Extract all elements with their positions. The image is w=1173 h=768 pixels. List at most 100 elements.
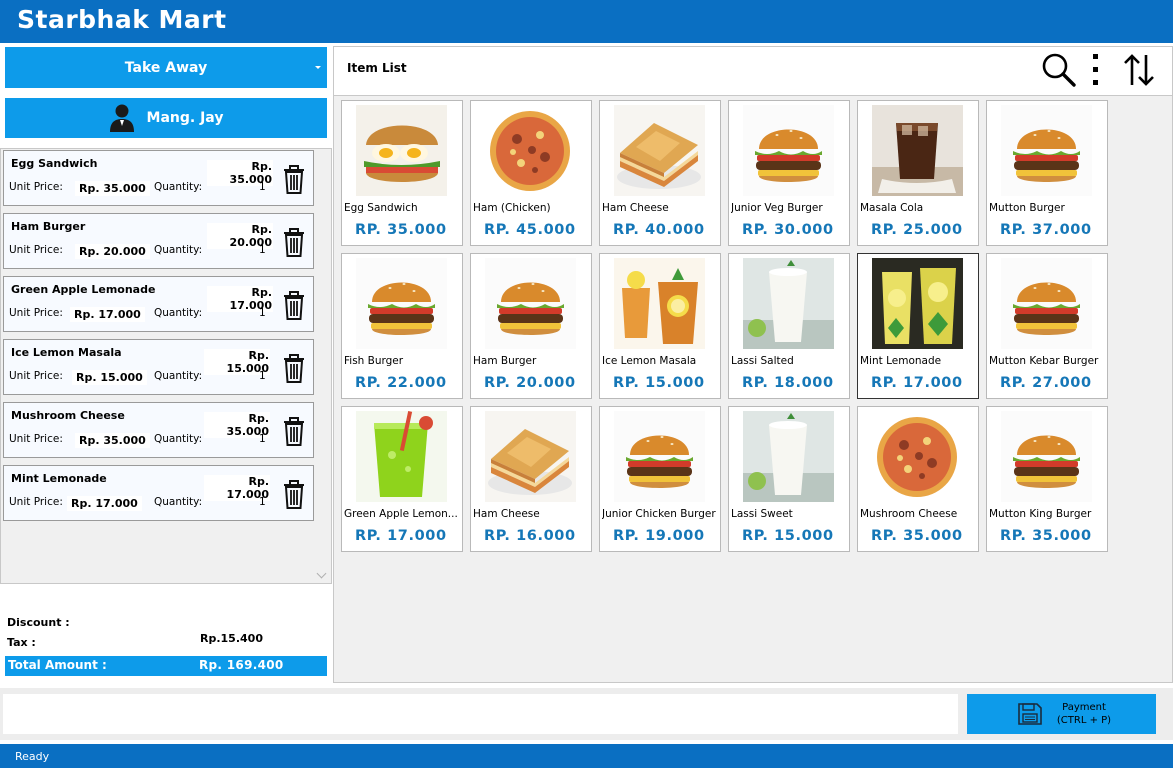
item-list-panel: Item List Egg Sandwich RP. 35.000 Ham (Chi… xyxy=(333,46,1173,683)
sort-icon[interactable] xyxy=(1121,52,1157,88)
product-name: Mutton Kebar Burger xyxy=(989,355,1099,367)
product-card[interactable]: Ice Lemon Masala RP. 15.000 xyxy=(599,253,721,399)
product-image xyxy=(1001,105,1092,196)
total-amount-bar: Total Amount : Rp. 169.400 xyxy=(5,656,327,676)
product-price: RP. 35.000 xyxy=(355,222,447,238)
product-card[interactable]: Mutton Kebar Burger RP. 27.000 xyxy=(986,253,1108,399)
product-card[interactable]: Egg Sandwich RP. 35.000 xyxy=(341,100,463,246)
cashier-name: Mang. Jay xyxy=(146,110,224,126)
search-icon[interactable] xyxy=(1041,52,1077,88)
tax-value: Rp.15.400 xyxy=(200,632,263,645)
product-price: RP. 20.000 xyxy=(484,375,576,391)
cart-item-name: Green Apple Lemonade xyxy=(11,283,156,296)
product-card[interactable]: Ham Cheese RP. 40.000 xyxy=(599,100,721,246)
trash-icon[interactable] xyxy=(281,415,307,447)
trash-icon[interactable] xyxy=(281,226,307,258)
product-card[interactable]: Mint Lemonade RP. 17.000 xyxy=(857,253,979,399)
product-card[interactable]: Mutton Burger RP. 37.000 xyxy=(986,100,1108,246)
product-price: RP. 35.000 xyxy=(1000,528,1092,544)
product-price: RP. 35.000 xyxy=(871,528,963,544)
product-name: Lassi Salted xyxy=(731,355,794,367)
product-card[interactable]: Lassi Sweet RP. 15.000 xyxy=(728,406,850,552)
unit-price-label: Unit Price: xyxy=(9,181,63,193)
product-image xyxy=(743,411,834,502)
cart-item-quantity[interactable]: 1 xyxy=(259,307,266,319)
chevron-down-icon xyxy=(315,66,321,69)
cart-item-quantity[interactable]: 1 xyxy=(259,244,266,256)
product-name: Egg Sandwich xyxy=(344,202,418,214)
product-name: Masala Cola xyxy=(860,202,924,214)
product-name: Green Apple Lemon... xyxy=(344,508,458,520)
product-image xyxy=(614,258,705,349)
product-price: RP. 19.000 xyxy=(613,528,705,544)
cart-item-quantity[interactable]: 1 xyxy=(259,181,266,193)
trash-icon[interactable] xyxy=(281,352,307,384)
product-image xyxy=(743,105,834,196)
order-type-dropdown[interactable]: Take Away xyxy=(5,47,327,88)
product-price: RP. 45.000 xyxy=(484,222,576,238)
product-card[interactable]: Ham (Chicken) RP. 45.000 xyxy=(470,100,592,246)
cart-item[interactable]: Egg Sandwich Rp. 35.000 Unit Price: Rp. 35.… xyxy=(3,150,314,206)
quantity-label: Quantity: xyxy=(154,244,203,256)
payment-bar: Payment (CTRL + P) xyxy=(0,688,1173,740)
product-name: Ham Cheese xyxy=(602,202,669,214)
trash-icon[interactable] xyxy=(281,163,307,195)
product-name: Ham Cheese xyxy=(473,508,540,520)
cart-item-name: Egg Sandwich xyxy=(11,157,98,170)
payment-input-area[interactable] xyxy=(3,694,958,734)
unit-price-label: Unit Price: xyxy=(9,496,63,508)
product-image xyxy=(356,411,447,502)
cart-item[interactable]: Mushroom Cheese Rp. 35.000 Unit Price: Rp. … xyxy=(3,402,314,458)
quantity-label: Quantity: xyxy=(154,433,203,445)
product-price: RP. 18.000 xyxy=(742,375,834,391)
payment-button[interactable]: Payment (CTRL + P) xyxy=(967,694,1156,734)
user-icon xyxy=(109,104,134,132)
product-price: RP. 15.000 xyxy=(742,528,834,544)
product-card[interactable]: Junior Chicken Burger RP. 19.000 xyxy=(599,406,721,552)
product-card[interactable]: Junior Veg Burger RP. 30.000 xyxy=(728,100,850,246)
cart-item-quantity[interactable]: 1 xyxy=(259,370,266,382)
cart-item-quantity[interactable]: 1 xyxy=(259,496,266,508)
cart-item[interactable]: Ice Lemon Masala Rp. 15.000 Unit Price: Rp.… xyxy=(3,339,314,395)
quantity-label: Quantity: xyxy=(154,370,203,382)
product-card[interactable]: Mushroom Cheese RP. 35.000 xyxy=(857,406,979,552)
product-price: RP. 37.000 xyxy=(1000,222,1092,238)
app-title: Starbhak Mart xyxy=(17,5,227,34)
cart-item-unit-price: Rp. 35.000 xyxy=(75,181,150,196)
status-text: Ready xyxy=(15,750,50,763)
product-name: Fish Burger xyxy=(344,355,404,367)
product-price: RP. 27.000 xyxy=(1000,375,1092,391)
product-card[interactable]: Fish Burger RP. 22.000 xyxy=(341,253,463,399)
product-card[interactable]: Mutton King Burger RP. 35.000 xyxy=(986,406,1108,552)
product-name: Mushroom Cheese xyxy=(860,508,958,520)
product-name: Lassi Sweet xyxy=(731,508,793,520)
cart-item-quantity[interactable]: 1 xyxy=(259,433,266,445)
cart-list[interactable]: Egg Sandwich Rp. 35.000 Unit Price: Rp. 35.… xyxy=(0,148,332,584)
product-image xyxy=(872,105,963,196)
cart-item[interactable]: Ham Burger Rp. 20.000 Unit Price: Rp. 20.00… xyxy=(3,213,314,269)
product-price: RP. 30.000 xyxy=(742,222,834,238)
product-card[interactable]: Ham Cheese RP. 16.000 xyxy=(470,406,592,552)
cart-item-unit-price: Rp. 17.000 xyxy=(67,496,142,511)
trash-icon[interactable] xyxy=(281,478,307,510)
product-image xyxy=(356,258,447,349)
cart-item-unit-price: Rp. 35.000 xyxy=(75,433,150,448)
more-options-icon[interactable] xyxy=(1091,51,1101,89)
unit-price-label: Unit Price: xyxy=(9,244,63,256)
cart-item-unit-price: Rp. 20.000 xyxy=(75,244,150,259)
product-card[interactable]: Ham Burger RP. 20.000 xyxy=(470,253,592,399)
product-card[interactable]: Green Apple Lemon... RP. 17.000 xyxy=(341,406,463,552)
cart-item[interactable]: Mint Lemonade Rp. 17.000 Unit Price: Rp. 17… xyxy=(3,465,314,521)
cashier-button[interactable]: Mang. Jay xyxy=(5,98,327,138)
product-image xyxy=(485,105,576,196)
scroll-down-icon[interactable] xyxy=(316,568,327,579)
cart-item[interactable]: Green Apple Lemonade Rp. 17.000 Unit Price… xyxy=(3,276,314,332)
cart-item-unit-price: Rp. 17.000 xyxy=(70,307,145,322)
product-image xyxy=(743,258,834,349)
quantity-label: Quantity: xyxy=(154,181,203,193)
unit-price-label: Unit Price: xyxy=(9,370,63,382)
product-card[interactable]: Lassi Salted RP. 18.000 xyxy=(728,253,850,399)
product-card[interactable]: Masala Cola RP. 25.000 xyxy=(857,100,979,246)
trash-icon[interactable] xyxy=(281,289,307,321)
product-price: RP. 15.000 xyxy=(613,375,705,391)
